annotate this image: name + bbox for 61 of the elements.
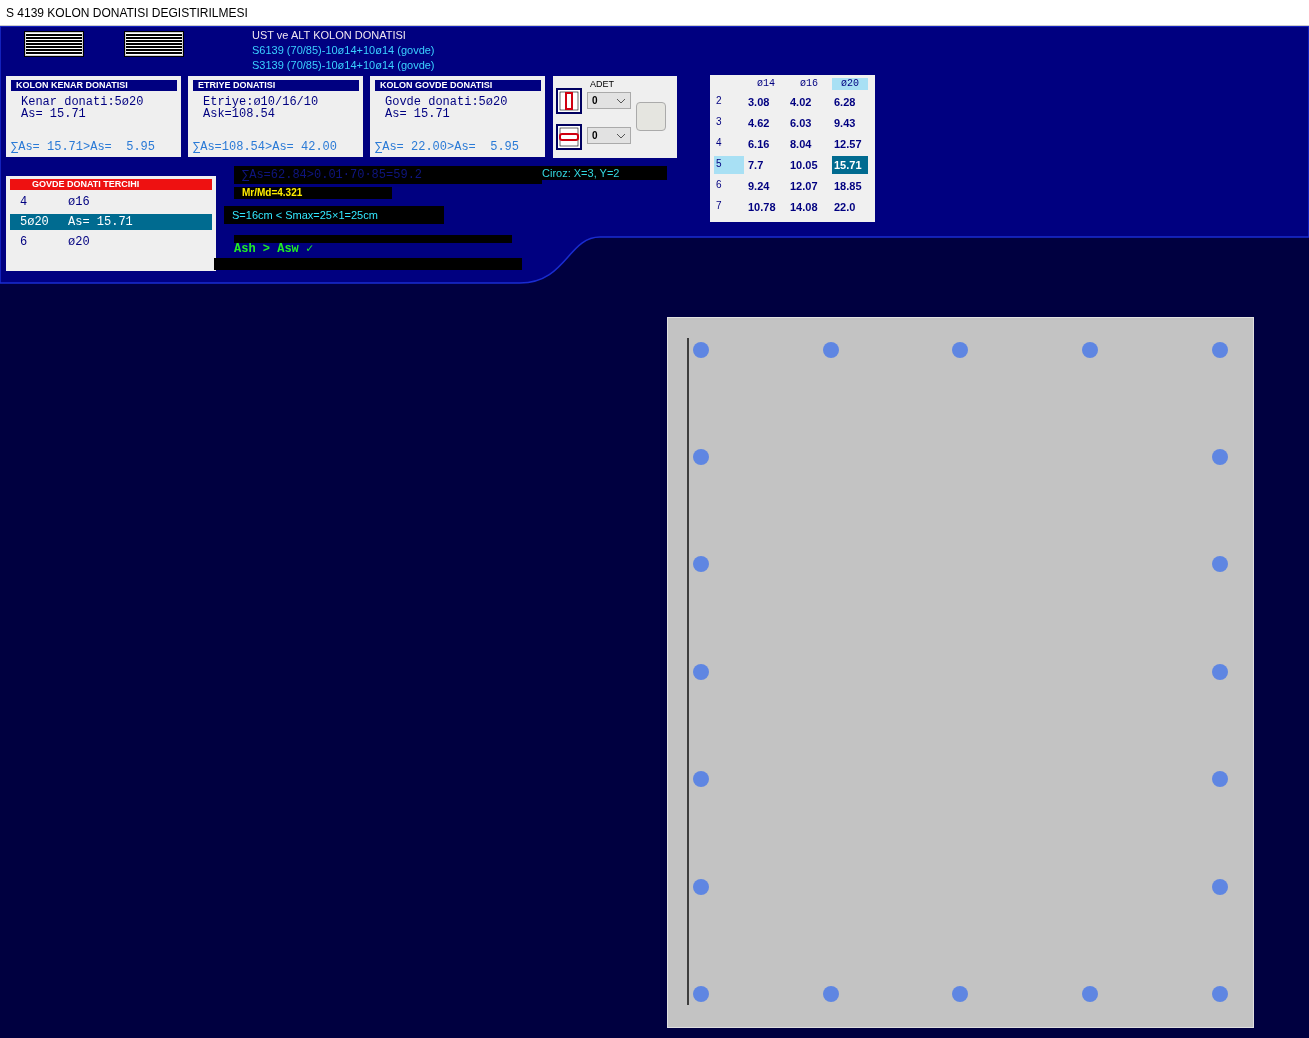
table-cell[interactable]: 18.85 (832, 177, 868, 195)
table-cell[interactable]: 3.08 (746, 93, 786, 111)
column-header[interactable]: ø16 (788, 78, 830, 90)
table-cell[interactable]: 10.05 (788, 156, 830, 174)
option-row[interactable]: 6 ø20 (10, 234, 212, 250)
striped-button[interactable] (125, 32, 183, 56)
result-text: Mr/Md=4.321 (234, 187, 392, 199)
table-cell[interactable]: 15.71 (832, 156, 868, 174)
row-header[interactable]: 2 (714, 93, 744, 111)
table-cell[interactable]: 4.02 (788, 93, 830, 111)
dropdown[interactable]: 0 (587, 92, 631, 109)
window-title: S 4139 KOLON DONATISI DEGISTIRILMESI (6, 5, 248, 20)
dropdown[interactable]: 0 (587, 127, 631, 144)
card-text: Ask=108.54 (203, 108, 275, 120)
row-header[interactable]: 4 (714, 135, 744, 153)
card-text: As= 15.71 (385, 108, 451, 120)
panel-title: GOVDE DONATI TERCIHI (10, 179, 212, 190)
card-text: Kenar donati:5ø20 (21, 96, 145, 108)
option-row[interactable]: 4 ø16 (10, 194, 212, 210)
row-header[interactable]: 3 (714, 114, 744, 132)
table-cell[interactable]: 22.0 (832, 198, 868, 216)
table-cell[interactable]: 9.43 (832, 114, 868, 132)
option-row[interactable]: 5ø20 As= 15.71 (10, 214, 212, 230)
table-cell[interactable]: 6.03 (788, 114, 830, 132)
card-sum: ∑As=108.54>As= 42.00 (193, 140, 339, 154)
table-cell[interactable]: 4.62 (746, 114, 786, 132)
info-line: S3139 (70/85)-10ø14+10ø14 (govde) (252, 58, 435, 73)
card-text: As= 15.71 (21, 108, 87, 120)
card-sum: ∑As= 15.71>As= 5.95 (11, 140, 157, 154)
column-header[interactable]: ø14 (746, 78, 786, 90)
row-header[interactable]: 5 (714, 156, 744, 174)
table-cell[interactable]: 9.24 (746, 177, 786, 195)
column-header[interactable]: ø20 (832, 78, 868, 90)
table-cell[interactable]: 6.28 (832, 93, 868, 111)
table-cell[interactable]: 10.78 (746, 198, 786, 216)
horizontal-stirrup-icon[interactable] (556, 124, 582, 150)
chevron-icon (616, 97, 626, 104)
info-title: UST ve ALT KOLON DONATISI (252, 28, 407, 43)
card-text: Etriye:ø10/16/10 (203, 96, 320, 108)
card-title: KOLON KENAR DONATISI (11, 80, 177, 91)
result-text: Ash > Asw ✓ (233, 243, 314, 256)
info-line: S6139 (70/85)-10ø14+10ø14 (govde) (252, 43, 435, 58)
table-cell[interactable]: 6.16 (746, 135, 786, 153)
row-header[interactable]: 6 (714, 177, 744, 195)
table-cell[interactable]: 14.08 (788, 198, 830, 216)
striped-button[interactable] (25, 32, 83, 56)
table-cell[interactable]: 8.04 (788, 135, 830, 153)
card-sum: ∑As= 22.00>As= 5.95 (375, 140, 521, 154)
table-cell[interactable]: 12.57 (832, 135, 868, 153)
card-title: KOLON GOVDE DONATISI (375, 80, 541, 91)
count-label: ADET (589, 79, 615, 91)
row-header[interactable]: 7 (714, 198, 744, 216)
result-text: S=16cm < Smax=25×1=25cm (224, 206, 444, 224)
result-text: ∑As=62.84>0.01·70·85=59.2 (234, 166, 542, 184)
result-text: Ciroz: X=3, Y=2 (540, 166, 667, 180)
card-text: Govde donati:5ø20 (385, 96, 509, 108)
table-cell[interactable]: 12.07 (788, 177, 830, 195)
table-cell[interactable]: 7.7 (746, 156, 786, 174)
card-title: ETRIYE DONATISI (193, 80, 359, 91)
vertical-stirrup-icon[interactable] (556, 88, 582, 114)
chevron-icon (616, 132, 626, 139)
